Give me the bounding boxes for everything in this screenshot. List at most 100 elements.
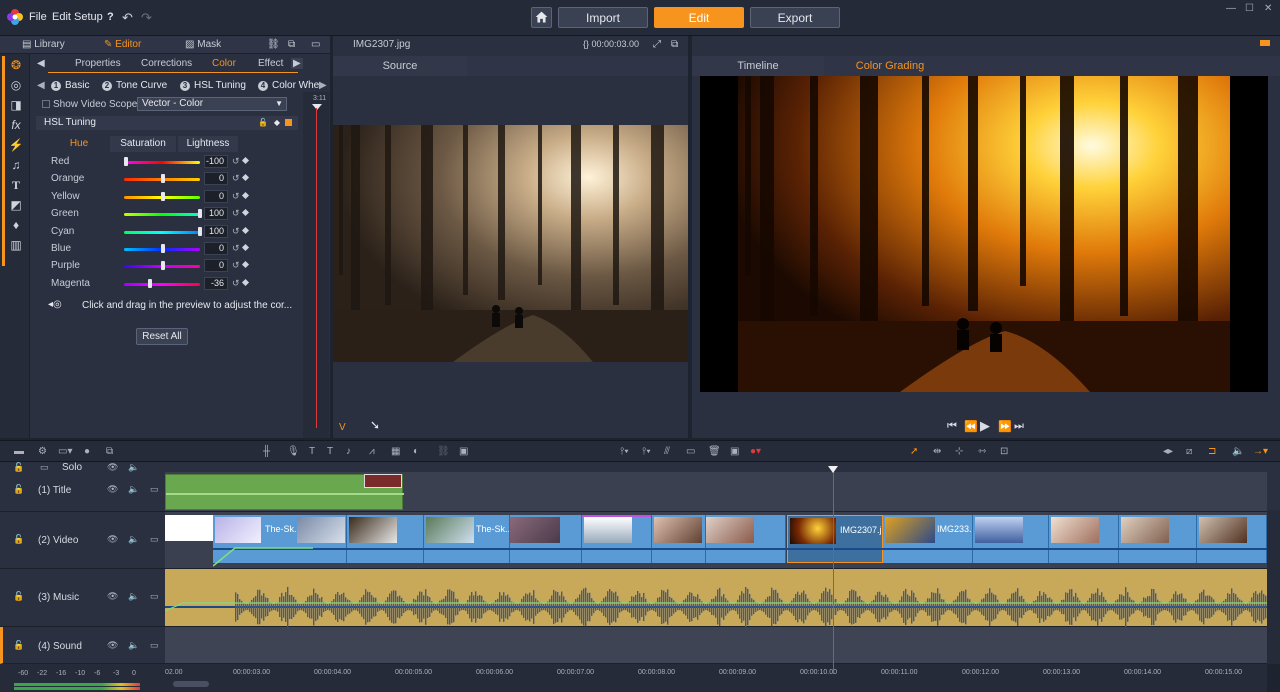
tab-effect[interactable]: Effect (258, 58, 283, 69)
export-button[interactable]: Export (750, 7, 840, 28)
maximize-icon[interactable]: ☐ (1245, 3, 1254, 14)
reset-icon[interactable]: ↺ (232, 191, 240, 202)
music-tool-icon[interactable]: ♫ (8, 158, 24, 172)
reset-all-button[interactable]: Reset All (136, 328, 188, 345)
text-tool-icon[interactable]: T (8, 178, 24, 192)
reset-icon[interactable]: ↺ (232, 278, 240, 289)
step-hsl-tuning[interactable]: 3 HSL Tuning (180, 80, 246, 91)
keyframe-diamond-icon[interactable] (241, 156, 250, 165)
reset-icon[interactable]: ↺ (232, 208, 240, 219)
step-forward-icon[interactable]: ⏩ (998, 420, 1012, 433)
speaker-icon[interactable]: 🔈 (128, 591, 139, 602)
editor-tabs-prev-icon[interactable]: ◀ (37, 58, 45, 69)
track-area-title[interactable] (165, 472, 1267, 512)
go-to-start-icon[interactable]: ⏮ (947, 420, 957, 433)
delete-icon[interactable]: 🗑 (708, 446, 721, 457)
hsl-value-field[interactable]: 100 (204, 224, 228, 238)
step-basic[interactable]: 1 Basic (51, 80, 89, 91)
voiceover-icon[interactable]: 🎙 (287, 446, 300, 457)
transitions-tool-icon[interactable]: ◨ (8, 98, 24, 112)
lock-icon[interactable]: 🔓 (13, 640, 24, 651)
video-clip-6[interactable] (652, 515, 706, 563)
corrections-tool-icon[interactable]: ❂ (8, 58, 24, 72)
keyframe-diamond-icon[interactable] (241, 261, 250, 269)
help-icon[interactable]: ? (107, 11, 114, 23)
tab-source[interactable]: Source (333, 56, 467, 76)
source-fullscreen-icon[interactable]: ⤢ (653, 39, 661, 50)
grid-icon[interactable]: ▦ (391, 446, 400, 457)
smart-mode-icon[interactable]: ⊐ (1208, 446, 1216, 457)
hsl-value-field[interactable]: 100 (204, 207, 228, 221)
video-clip-12[interactable] (1197, 515, 1267, 563)
video-clip-white[interactable] (165, 515, 213, 541)
timeline-view-icon[interactable]: ▭▾ (58, 446, 72, 457)
tab-library[interactable]: ▤ Library (22, 39, 65, 50)
hsl-slider-thumb[interactable] (198, 226, 202, 236)
lock-icon[interactable]: 🔓 (13, 591, 24, 602)
select-tool-icon[interactable]: ➚ (910, 446, 918, 457)
hsl-slider-track[interactable] (124, 213, 200, 217)
title-icon[interactable]: T (309, 446, 315, 457)
hsl-slider-thumb[interactable] (124, 157, 128, 166)
hsl-tab-saturation[interactable]: Saturation (110, 136, 176, 152)
lock-icon[interactable]: 🔓 (13, 484, 24, 495)
video-clip-3[interactable]: The-Sk... (424, 515, 510, 563)
ripple-tool-icon[interactable]: ⇹ (933, 446, 941, 457)
speaker-icon[interactable]: 🔈 (128, 484, 139, 495)
source-detach-icon[interactable]: ⧉ (671, 39, 678, 50)
home-button[interactable] (531, 7, 552, 28)
hsl-section-header[interactable]: HSL Tuning 🔓 ◆ (36, 116, 298, 130)
step-color-wheel[interactable]: 4 Color Whe (258, 80, 319, 91)
redo-icon[interactable]: ↷ (141, 10, 152, 26)
reset-icon[interactable]: ↺ (232, 226, 240, 237)
razor-icon[interactable]: ▭ (686, 446, 695, 457)
track-area-video[interactable]: The-Sk... The-Sk... IMG2307.j IMG233... (165, 512, 1267, 569)
stabilize-tool-icon[interactable]: ♦ (8, 218, 24, 232)
volume-icon[interactable]: 🔈 (1232, 446, 1244, 457)
shapes-tool-icon[interactable]: ◩ (8, 198, 24, 212)
hsl-value-field[interactable]: 0 (204, 172, 228, 186)
title-3d-icon[interactable]: T (327, 446, 333, 457)
keyframe-diamond-icon[interactable] (241, 209, 250, 217)
video-scope-checkbox[interactable] (42, 100, 50, 108)
timeline-playhead-handle-icon[interactable] (828, 466, 838, 473)
hsl-slider-track[interactable] (124, 161, 200, 164)
monitor-icon[interactable]: ▭ (150, 484, 159, 495)
import-button[interactable]: Import (558, 7, 648, 28)
eye-icon[interactable]: 👁 (107, 484, 118, 495)
keyframe-diamond-icon[interactable] (241, 226, 250, 234)
timeline-copy-icon[interactable]: ⧉ (106, 446, 113, 457)
eye-icon[interactable]: 👁 (107, 640, 118, 651)
edit-button[interactable]: Edit (654, 7, 744, 28)
step-back-icon[interactable]: ⏪ (964, 420, 978, 433)
slide-tool-icon[interactable]: ⇿ (978, 446, 986, 457)
reset-icon[interactable]: ↺ (232, 260, 240, 271)
snapshot-icon[interactable]: ▣ (730, 446, 739, 457)
hsl-slider-thumb[interactable] (198, 209, 202, 219)
insert-mode-icon[interactable]: →▾ (1253, 446, 1268, 457)
preview-image[interactable] (700, 76, 1268, 392)
audio-scrub-icon[interactable]: ◂▸ (1163, 446, 1173, 457)
fit-tool-icon[interactable]: ⊡ (1000, 446, 1008, 457)
tab-corrections[interactable]: Corrections (141, 58, 192, 69)
video-clip-5[interactable] (582, 515, 652, 563)
monitor-icon[interactable]: ▭ (150, 534, 159, 545)
video-clip-2[interactable] (347, 515, 424, 563)
reset-section-icon[interactable] (285, 119, 292, 126)
keyframe-diamond-icon[interactable] (241, 243, 250, 252)
link-icon[interactable]: ⛓ (267, 39, 280, 50)
undo-icon[interactable]: ↶ (122, 10, 133, 26)
timeline-settings-icon[interactable]: ▬ (14, 446, 24, 457)
preview-layout-icon[interactable] (1260, 40, 1270, 46)
video-clip-11[interactable] (1119, 515, 1197, 563)
tab-color[interactable]: Color (212, 58, 236, 69)
motion-icon[interactable]: ⩘ (369, 446, 375, 457)
lightning-tool-icon[interactable]: ⚡ (8, 138, 24, 152)
layout-icon[interactable]: ▭ (311, 39, 320, 50)
tab-mask[interactable]: ▨ Mask (185, 39, 221, 50)
menu-edit[interactable]: Edit (52, 11, 71, 23)
audio-mixer-icon[interactable]: ╫ (263, 446, 270, 457)
hsl-slider-thumb[interactable] (161, 191, 165, 201)
video-clip-4[interactable] (510, 515, 582, 563)
keyframe-diamond-icon[interactable] (241, 191, 250, 199)
